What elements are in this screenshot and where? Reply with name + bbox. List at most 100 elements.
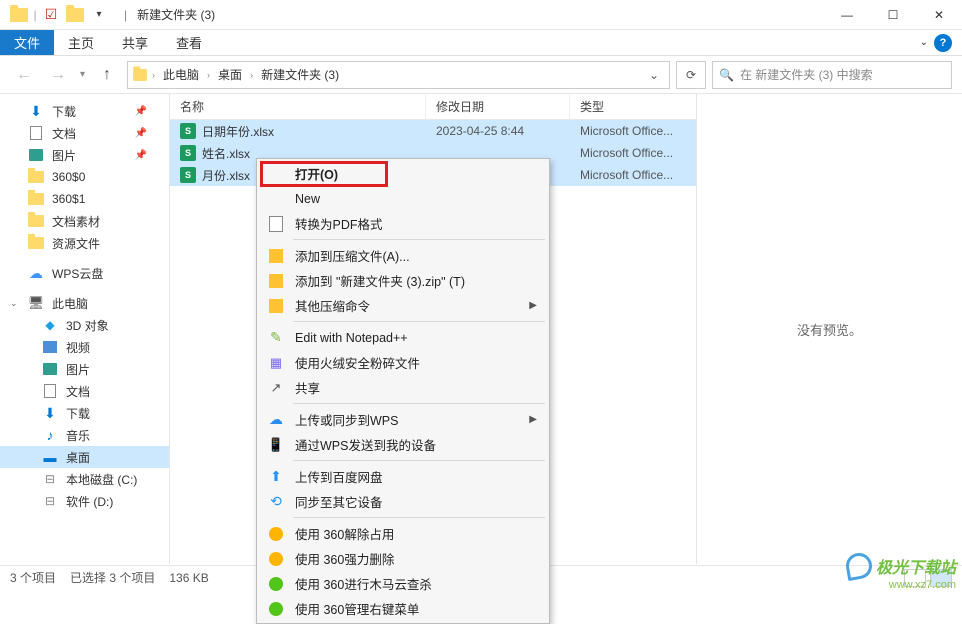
- nav-label: 桌面: [66, 449, 90, 466]
- nav-item[interactable]: ⬇下载: [0, 402, 169, 424]
- ctx-open[interactable]: 打开(O): [259, 161, 547, 186]
- minimize-button[interactable]: —: [824, 0, 870, 30]
- ribbon-tab-share[interactable]: 共享: [108, 30, 162, 55]
- ctx-add-zip[interactable]: 添加到 "新建文件夹 (3).zip" (T): [259, 268, 547, 293]
- separator: [293, 239, 545, 240]
- ctx-360-delete[interactable]: 使用 360强力删除: [259, 546, 547, 571]
- watermark-logo-icon: [844, 551, 874, 581]
- folder-icon: [132, 67, 148, 83]
- header-date[interactable]: 修改日期: [426, 94, 570, 119]
- ctx-baidu[interactable]: ⬆上传到百度网盘: [259, 464, 547, 489]
- back-button[interactable]: ←: [10, 61, 38, 89]
- archive-icon: [267, 247, 285, 265]
- chevron-right-icon[interactable]: ›: [250, 70, 253, 80]
- nav-item[interactable]: 360$1: [0, 188, 169, 210]
- ctx-sync-other[interactable]: ⟲同步至其它设备: [259, 489, 547, 514]
- desktop-icon: ▬: [42, 449, 58, 465]
- status-size: 136 KB: [169, 571, 208, 585]
- folder-icon[interactable]: [8, 4, 30, 26]
- ctx-share[interactable]: ↗共享: [259, 375, 547, 400]
- nav-item[interactable]: ▬ 桌面: [0, 446, 169, 468]
- refresh-button[interactable]: ⟳: [676, 61, 706, 89]
- nav-label: 下载: [66, 405, 90, 422]
- xlsx-icon: S: [180, 145, 196, 161]
- ctx-new[interactable]: New: [259, 186, 547, 211]
- maximize-button[interactable]: ☐: [870, 0, 916, 30]
- nav-item[interactable]: ◆3D 对象: [0, 314, 169, 336]
- file-name: 日期年份.xlsx: [202, 123, 274, 140]
- history-dropdown[interactable]: ▾: [80, 69, 85, 80]
- ctx-360-scan[interactable]: 使用 360进行木马云查杀: [259, 571, 547, 596]
- download-icon: ⬇: [28, 103, 44, 119]
- ctx-other-zip[interactable]: 其他压缩命令▶: [259, 293, 547, 318]
- ctx-notepad[interactable]: ✎Edit with Notepad++: [259, 325, 547, 350]
- crumb-desktop[interactable]: 桌面: [214, 64, 246, 85]
- pdf-icon: [267, 215, 285, 233]
- ctx-wps-sync[interactable]: ☁上传或同步到WPS▶: [259, 407, 547, 432]
- archive-icon: [267, 297, 285, 315]
- folder-icon: [28, 235, 44, 251]
- folder-icon[interactable]: [64, 4, 86, 26]
- file-row[interactable]: S日期年份.xlsx2023-04-25 8:44Microsoft Offic…: [170, 120, 696, 142]
- ctx-wps-send[interactable]: 📱通过WPS发送到我的设备: [259, 432, 547, 457]
- nav-wps-cloud[interactable]: ☁ WPS云盘: [0, 262, 169, 284]
- ribbon-tab-view[interactable]: 查看: [162, 30, 216, 55]
- ctx-pdf[interactable]: 转换为PDF格式: [259, 211, 547, 236]
- archive-icon: [267, 272, 285, 290]
- help-icon[interactable]: ?: [934, 34, 952, 52]
- chevron-right-icon[interactable]: ›: [207, 70, 210, 80]
- nav-item[interactable]: 图片: [0, 358, 169, 380]
- address-bar[interactable]: › 此电脑 › 桌面 › 新建文件夹 (3) ⌄: [127, 61, 670, 89]
- ribbon: 文件 主页 共享 查看 ⌄ ?: [0, 30, 962, 56]
- folder-icon: [28, 191, 44, 207]
- device-icon: 📱: [267, 436, 285, 454]
- pic-icon: [42, 361, 58, 377]
- ctx-add-archive[interactable]: 添加到压缩文件(A)...: [259, 243, 547, 268]
- header-type[interactable]: 类型: [570, 94, 696, 119]
- crumb-pc[interactable]: 此电脑: [159, 64, 203, 85]
- file-name: 月份.xlsx: [202, 167, 250, 184]
- nav-item[interactable]: 文档素材: [0, 210, 169, 232]
- close-button[interactable]: ✕: [916, 0, 962, 30]
- nav-item[interactable]: ⊟本地磁盘 (C:): [0, 468, 169, 490]
- nav-label: 文档: [52, 125, 76, 142]
- address-bar-row: ← → ▾ ↑ › 此电脑 › 桌面 › 新建文件夹 (3) ⌄ ⟳ 🔍 在 新…: [0, 56, 962, 94]
- nav-item[interactable]: 360$0: [0, 166, 169, 188]
- nav-item[interactable]: 视频: [0, 336, 169, 358]
- folder-icon: [28, 169, 44, 185]
- collapse-icon[interactable]: ⌄: [10, 298, 18, 309]
- watermark: 极光下载站: [846, 553, 956, 579]
- ctx-360-menu[interactable]: 使用 360管理右键菜单: [259, 596, 547, 621]
- nav-label: 文档素材: [52, 213, 100, 230]
- header-name[interactable]: 名称: [170, 94, 426, 119]
- nav-item[interactable]: ♪音乐: [0, 424, 169, 446]
- ribbon-tab-home[interactable]: 主页: [54, 30, 108, 55]
- ribbon-file-tab[interactable]: 文件: [0, 30, 54, 55]
- separator: [293, 460, 545, 461]
- nav-item[interactable]: 图片📌: [0, 144, 169, 166]
- search-icon: 🔍: [719, 68, 734, 82]
- address-dropdown[interactable]: ⌄: [643, 68, 665, 82]
- nav-item[interactable]: ⊟软件 (D:): [0, 490, 169, 512]
- checkbox-icon[interactable]: ☑: [40, 4, 62, 26]
- 360-icon: [267, 525, 285, 543]
- nav-item[interactable]: 文档 📌: [0, 122, 169, 144]
- ctx-shred[interactable]: ▦使用火绒安全粉碎文件: [259, 350, 547, 375]
- forward-button[interactable]: →: [44, 61, 72, 89]
- chevron-right-icon[interactable]: ›: [152, 70, 155, 80]
- nav-this-pc[interactable]: ⌄ 🖥 此电脑: [0, 292, 169, 314]
- nav-label: WPS云盘: [52, 265, 103, 282]
- window-title: | 新建文件夹 (3): [120, 6, 215, 23]
- column-headers: 名称 修改日期 类型: [170, 94, 696, 120]
- search-box[interactable]: 🔍 在 新建文件夹 (3) 中搜索: [712, 61, 952, 89]
- ctx-360-unlock[interactable]: 使用 360解除占用: [259, 521, 547, 546]
- crumb-folder[interactable]: 新建文件夹 (3): [257, 64, 343, 85]
- qat-overflow[interactable]: ▾: [88, 4, 110, 26]
- nav-item[interactable]: ⬇下载📌: [0, 100, 169, 122]
- nav-item[interactable]: 文档: [0, 380, 169, 402]
- up-button[interactable]: ↑: [93, 61, 121, 89]
- ribbon-collapse-icon[interactable]: ⌄: [920, 37, 928, 48]
- pin-icon: 📌: [135, 128, 147, 139]
- nav-item[interactable]: 资源文件: [0, 232, 169, 254]
- nav-label: 图片: [66, 361, 90, 378]
